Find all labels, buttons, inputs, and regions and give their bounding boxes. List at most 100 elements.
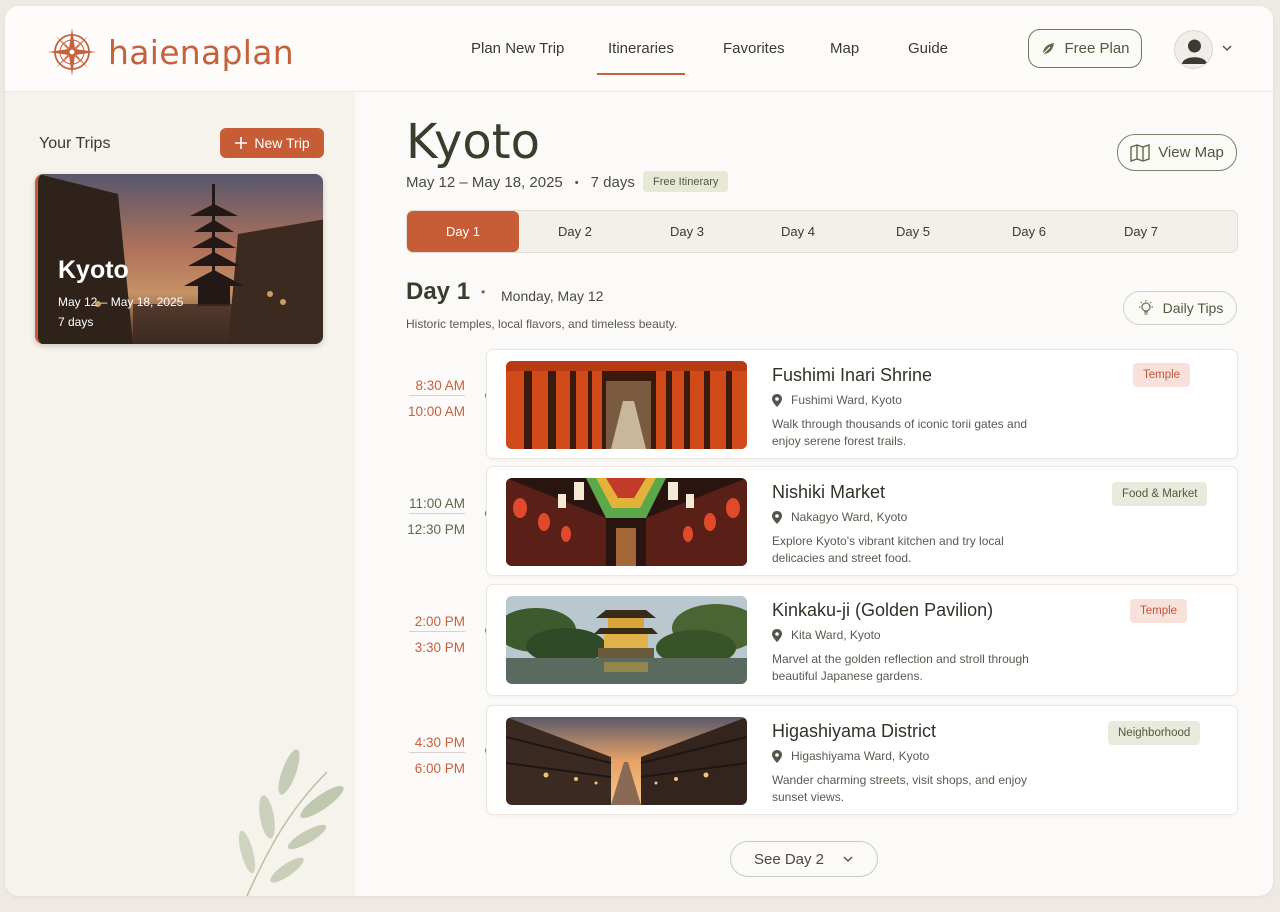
decorative-leaves xyxy=(238,749,344,896)
day-subtitle: Historic temples, local flavors, and tim… xyxy=(406,317,678,331)
activity-card[interactable]: Nishiki Market Nakagyo Ward, Kyoto Explo… xyxy=(486,466,1238,576)
see-next-day-label: See Day 2 xyxy=(753,850,825,868)
activity-description: Marvel at the golden reflection and stro… xyxy=(772,652,1029,683)
activity-tag: Food & Market xyxy=(1112,482,1208,506)
compass-icon xyxy=(48,28,96,76)
activity-location-text: Kita Ward, Kyoto xyxy=(791,628,881,642)
trip-card-dates: May 12 – May 18, 2025 xyxy=(58,295,184,309)
nav-favorites[interactable]: Favorites xyxy=(723,40,785,57)
activity-location: Fushimi Ward, Kyoto xyxy=(772,393,902,407)
activity-location-text: Higashiyama Ward, Kyoto xyxy=(791,749,930,763)
trip-card-kyoto[interactable]: Kyoto May 12 – May 18, 2025 7 days xyxy=(35,174,323,344)
location-pin-icon xyxy=(772,749,782,763)
free-itinerary-badge: Free Itinerary xyxy=(643,171,729,192)
tab-day-3[interactable]: Day 3 xyxy=(631,211,743,252)
activity-image xyxy=(506,478,747,566)
nav-itineraries[interactable]: Itineraries xyxy=(597,40,685,75)
trips-sidebar: Your Trips New Trip Kyoto May 12 – May 1… xyxy=(5,92,355,896)
activity-end-time: 3:30 PM xyxy=(414,640,465,655)
tab-day-7[interactable]: Day 7 xyxy=(1085,211,1197,252)
activity-title: Fushimi Inari Shrine xyxy=(772,365,933,385)
chevron-down-icon[interactable] xyxy=(1221,42,1233,54)
trip-dates: May 12 – May 18, 2025 xyxy=(406,174,563,191)
meta-separator: • xyxy=(574,176,579,189)
brand-name: haienaplan xyxy=(108,32,294,72)
view-map-button[interactable]: View Map xyxy=(1117,134,1237,171)
activity-image xyxy=(506,596,747,684)
your-trips-heading: Your Trips xyxy=(39,135,111,152)
page-title: Kyoto xyxy=(406,114,540,170)
daily-tips-button[interactable]: Daily Tips xyxy=(1123,291,1237,325)
activity-image xyxy=(506,717,747,805)
activity-tag: Temple xyxy=(1133,363,1191,387)
time-divider xyxy=(409,395,465,396)
day-separator: • xyxy=(481,285,486,299)
activity-description: Wander charming streets, visit shops, an… xyxy=(772,773,1028,804)
time-divider xyxy=(409,513,465,514)
day-heading: Day 1 xyxy=(406,278,471,305)
user-avatar[interactable] xyxy=(1174,30,1213,69)
new-trip-button[interactable]: New Trip xyxy=(220,128,324,158)
activity-location-text: Fushimi Ward, Kyoto xyxy=(791,393,902,407)
location-pin-icon xyxy=(772,393,782,407)
tab-day-5[interactable]: Day 5 xyxy=(853,211,973,252)
activity-card[interactable]: Fushimi Inari Shrine Fushimi Ward, Kyoto… xyxy=(486,349,1238,459)
free-plan-label: Free Plan xyxy=(1064,40,1130,57)
itinerary-main: Kyoto May 12 – May 18, 2025 • 7 days Fre… xyxy=(355,92,1273,896)
new-trip-label: New Trip xyxy=(254,135,310,151)
tab-day-4[interactable]: Day 4 xyxy=(743,211,853,252)
tab-day-1[interactable]: Day 1 xyxy=(407,211,519,252)
free-plan-button[interactable]: Free Plan xyxy=(1028,29,1142,68)
activity-location: Nakagyo Ward, Kyoto xyxy=(772,510,907,524)
leaf-icon xyxy=(1043,42,1055,54)
time-divider xyxy=(409,631,465,632)
lightbulb-icon xyxy=(1138,300,1153,315)
brand-logo[interactable]: haienaplan xyxy=(46,26,294,78)
location-pin-icon xyxy=(772,510,782,524)
map-icon xyxy=(1130,143,1150,162)
top-header: haienaplan Plan New Trip Itineraries Fav… xyxy=(5,6,1273,92)
activity-start-time: 4:30 PM xyxy=(414,735,465,750)
daily-tips-label: Daily Tips xyxy=(1162,300,1224,316)
app-window: haienaplan Plan New Trip Itineraries Fav… xyxy=(5,6,1273,896)
activity-tag: Temple xyxy=(1130,599,1188,623)
activity-location: Higashiyama Ward, Kyoto xyxy=(772,749,929,763)
golden-pavilion-image xyxy=(506,596,747,684)
activity-description: Walk through thousands of iconic torii g… xyxy=(772,417,1028,448)
trip-card-days: 7 days xyxy=(58,315,94,329)
activity-card[interactable]: Kinkaku-ji (Golden Pavilion) Kita Ward, … xyxy=(486,584,1238,696)
nav-guide[interactable]: Guide xyxy=(908,40,948,57)
view-map-label: View Map xyxy=(1158,144,1224,161)
activity-start-time: 8:30 AM xyxy=(415,378,465,393)
chevron-down-icon xyxy=(843,856,853,863)
higashiyama-street-image xyxy=(506,717,747,805)
activity-location-text: Nakagyo Ward, Kyoto xyxy=(791,510,908,524)
see-next-day-button[interactable]: See Day 2 xyxy=(730,841,878,877)
day-tabs: Day 1 Day 2 Day 3 Day 4 Day 5 Day 6 Day … xyxy=(406,210,1238,253)
tab-day-6[interactable]: Day 6 xyxy=(973,211,1085,252)
activity-description: Explore Kyoto's vibrant kitchen and try … xyxy=(772,534,1004,565)
activity-tag: Neighborhood xyxy=(1108,721,1201,745)
activity-end-time: 6:00 PM xyxy=(414,761,465,776)
day-date: Monday, May 12 xyxy=(501,288,604,304)
tab-day-2[interactable]: Day 2 xyxy=(519,211,631,252)
activity-title: Nishiki Market xyxy=(772,482,886,502)
activity-end-time: 10:00 AM xyxy=(407,404,465,419)
activity-end-time: 12:30 PM xyxy=(407,522,465,537)
activity-image xyxy=(506,361,747,449)
activity-title: Kinkaku-ji (Golden Pavilion) xyxy=(772,600,994,620)
activity-title: Higashiyama District xyxy=(772,721,937,741)
activity-start-time: 2:00 PM xyxy=(414,614,465,629)
nav-plan-new-trip[interactable]: Plan New Trip xyxy=(471,40,564,57)
activity-location: Kita Ward, Kyoto xyxy=(772,628,881,642)
market-arcade-image xyxy=(506,478,747,566)
trip-card-name: Kyoto xyxy=(58,256,129,284)
torii-gates-image xyxy=(506,361,747,449)
activity-card[interactable]: Higashiyama District Higashiyama Ward, K… xyxy=(486,705,1238,815)
trip-meta: May 12 – May 18, 2025 • 7 days xyxy=(406,174,635,191)
user-icon xyxy=(1182,39,1207,64)
nav-map[interactable]: Map xyxy=(830,40,859,57)
plus-icon xyxy=(235,137,248,149)
activity-start-time: 11:00 AM xyxy=(408,496,465,511)
time-divider xyxy=(409,752,465,753)
